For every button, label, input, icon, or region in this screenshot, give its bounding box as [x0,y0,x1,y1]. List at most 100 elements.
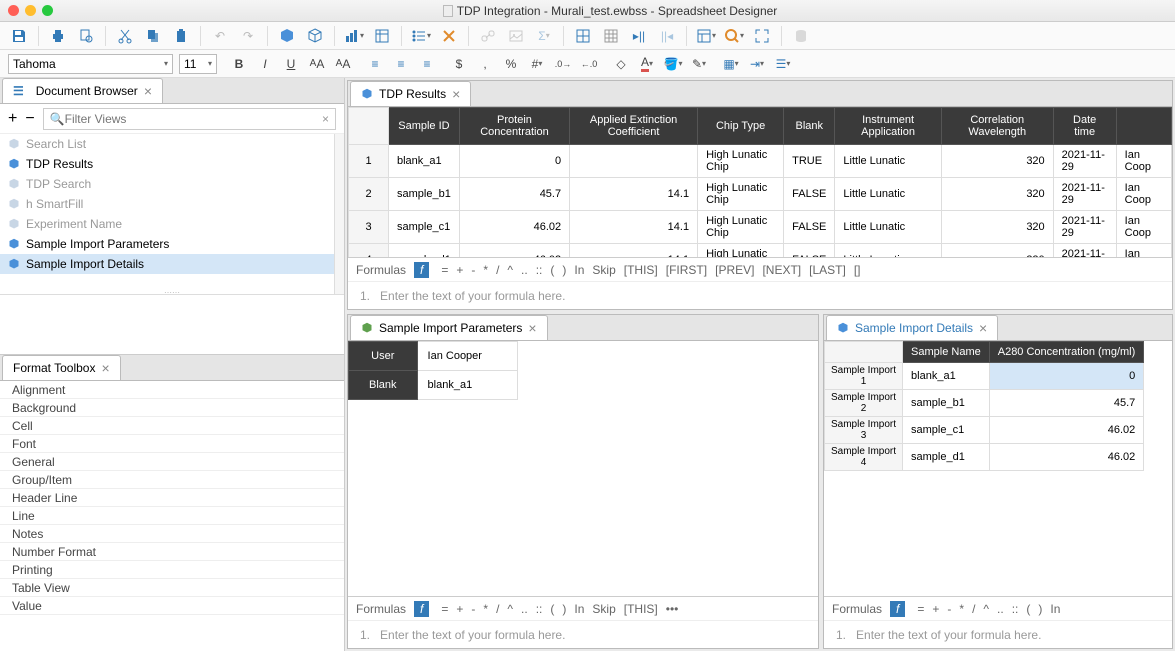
paste-icon[interactable] [170,25,192,47]
minimize-window-icon[interactable] [25,5,36,16]
fx-icon[interactable]: f [890,601,905,617]
view-list-item[interactable]: TDP Results [0,154,334,174]
italic-button[interactable]: I [255,54,275,74]
col-header[interactable]: A280 Concentration (mg/ml) [989,342,1144,363]
redo-icon[interactable]: ↷ [237,25,259,47]
zoom-icon[interactable]: ▾ [723,25,745,47]
table-row[interactable]: UserIan Cooper [349,342,518,371]
col-header[interactable]: Applied Extinction Coefficient [570,108,698,145]
fullscreen-icon[interactable] [751,25,773,47]
brush-icon[interactable]: ✎▾ [689,54,709,74]
filter-views-search[interactable]: 🔍 × [43,108,336,130]
tab-sample-import-parameters[interactable]: Sample Import Parameters × [350,315,548,340]
borders-icon[interactable]: ▦▾ [721,54,741,74]
clear-format-icon[interactable]: ◇ [611,54,631,74]
format-toolbox-item[interactable]: General [0,453,344,471]
delete-x-icon[interactable] [438,25,460,47]
underline-button[interactable]: U [281,54,301,74]
formula-token[interactable]: ^ [983,602,989,616]
add-view-button[interactable]: + [8,110,17,128]
formula-token[interactable]: [THIS] [624,602,658,616]
format-toolbox-item[interactable]: Font [0,435,344,453]
formula-token[interactable]: - [471,602,475,616]
table-row[interactable]: 2sample_b145.714.1High Lunatic ChipFALSE… [349,178,1172,211]
formula-input-row[interactable]: 1. Enter the text of your formula here. [824,620,1172,648]
cube-solid-icon[interactable] [276,25,298,47]
formula-token[interactable]: ••• [666,602,679,616]
formula-token[interactable]: = [917,602,924,616]
tab-format-toolbox[interactable]: Format Toolbox × [2,355,121,380]
formula-input-row[interactable]: 1. Enter the text of your formula here. [348,620,818,648]
formula-token[interactable]: * [483,602,488,616]
formula-token[interactable]: ) [562,263,566,277]
bold-button[interactable]: B [229,54,249,74]
table-row[interactable]: Sample Import 4sample_d146.02 [825,444,1144,471]
close-window-icon[interactable] [8,5,19,16]
close-icon[interactable]: × [452,86,460,102]
formula-token[interactable]: ( [550,602,554,616]
sigma-icon[interactable]: Σ▾ [533,25,555,47]
formula-token[interactable]: ) [1038,602,1042,616]
clear-search-icon[interactable]: × [322,112,329,126]
format-toolbox-item[interactable]: Alignment [0,381,344,399]
col-header[interactable]: Sample ID [389,108,460,145]
formula-token[interactable]: .. [521,263,528,277]
resize-grip-icon[interactable]: ⋯⋯ [157,291,187,297]
hash-icon[interactable]: #▾ [527,54,547,74]
image-icon[interactable] [505,25,527,47]
formula-token[interactable]: / [496,263,499,277]
view-list-item[interactable]: Search List [0,134,334,154]
align-center-icon[interactable]: ≡ [391,54,411,74]
col-header[interactable] [1116,108,1171,145]
close-icon[interactable]: × [101,360,109,376]
comma-icon[interactable]: , [475,54,495,74]
formula-token[interactable]: = [441,602,448,616]
format-toolbox-item[interactable]: Number Format [0,543,344,561]
formula-token[interactable]: [] [854,263,861,277]
sample-import-details-table[interactable]: Sample NameA280 Concentration (mg/ml)Sam… [824,341,1144,471]
undo-icon[interactable]: ↶ [209,25,231,47]
close-icon[interactable]: × [144,83,152,99]
scrollbar[interactable] [334,134,344,294]
formula-token[interactable]: / [972,602,975,616]
formula-token[interactable]: [LAST] [809,263,846,277]
view-list-item[interactable]: h SmartFill [0,194,334,214]
fx-icon[interactable]: f [414,601,429,617]
col-header[interactable]: Blank [784,108,835,145]
view-list-item[interactable]: TDP Search [0,174,334,194]
table-row[interactable]: 1blank_a10High Lunatic ChipTRUELittle Lu… [349,145,1172,178]
view-list-item[interactable]: Sample Import Parameters [0,234,334,254]
filter-views-input[interactable] [65,112,322,126]
format-toolbox-item[interactable]: Header Line [0,489,344,507]
font-size-select[interactable]: 11▾ [179,54,217,74]
save-icon[interactable] [8,25,30,47]
decrease-decimal-icon[interactable]: ←.0 [579,54,599,74]
tab-sample-import-details[interactable]: Sample Import Details × [826,315,998,340]
formula-token[interactable]: [THIS] [624,263,658,277]
fill-color-icon[interactable]: 🪣▾ [663,54,683,74]
print-preview-icon[interactable] [75,25,97,47]
format-toolbox-item[interactable]: Cell [0,417,344,435]
db-icon[interactable] [790,25,812,47]
col-header[interactable]: Correlation Wavelength [941,108,1053,145]
fx-icon[interactable]: f [414,262,429,278]
formula-input-row[interactable]: 1. Enter the text of your formula here. [348,281,1172,309]
align-left-icon[interactable]: ≡ [365,54,385,74]
col-header[interactable]: Chip Type [698,108,784,145]
currency-icon[interactable]: $ [449,54,469,74]
formula-token[interactable]: + [456,602,463,616]
font-family-select[interactable]: Tahoma▾ [8,54,173,74]
close-icon[interactable]: × [528,320,536,336]
list-format-icon[interactable]: ☰▾ [773,54,793,74]
percent-icon[interactable]: % [501,54,521,74]
table-row[interactable]: 4sample_d146.0214.1High Lunatic ChipFALS… [349,244,1172,258]
formula-token[interactable]: + [932,602,939,616]
formula-token[interactable]: [FIRST] [666,263,707,277]
formula-token[interactable]: + [456,263,463,277]
view-list-item[interactable]: Experiment Name [0,214,334,234]
link-icon[interactable] [477,25,499,47]
layout-icon[interactable]: ▾ [695,25,717,47]
font-shrink-icon[interactable]: AA [333,54,353,74]
formula-token[interactable]: / [496,602,499,616]
formula-token[interactable]: ( [550,263,554,277]
